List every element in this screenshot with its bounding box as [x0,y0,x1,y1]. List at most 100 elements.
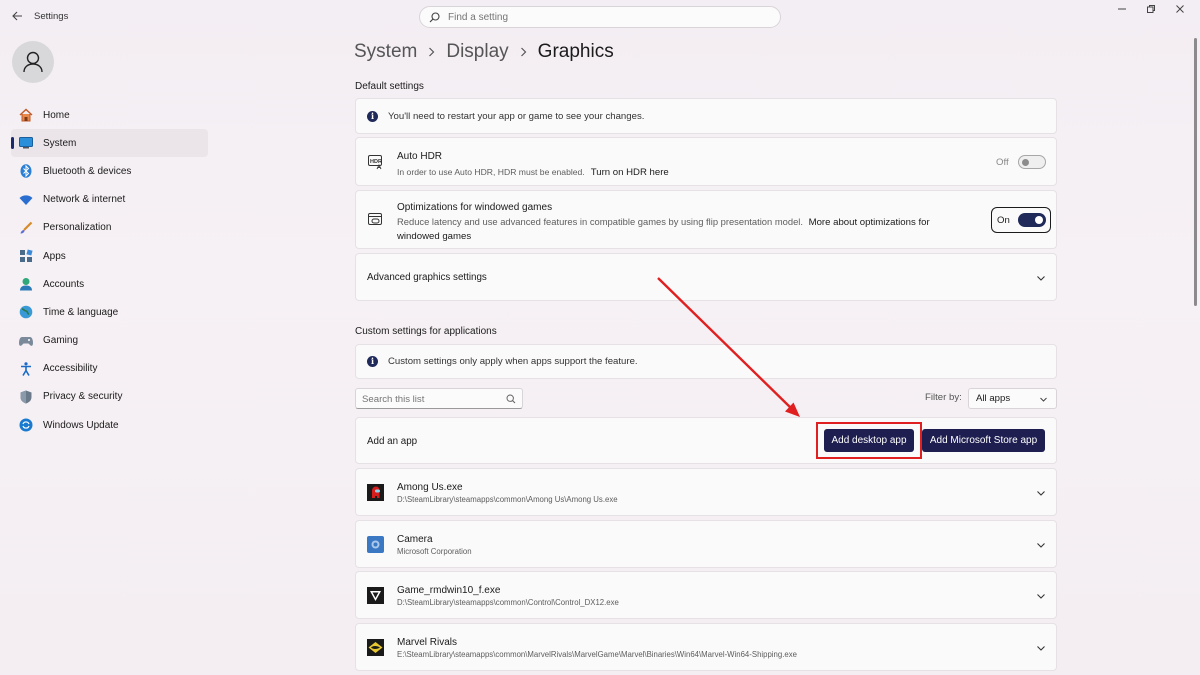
auto-hdr-toggle[interactable] [1018,155,1046,169]
custom-notice-text: Custom settings only apply when apps sup… [388,356,638,367]
optimizations-link-cont[interactable]: windowed games [397,231,471,242]
search-list-input[interactable] [362,392,502,406]
sidebar-item-label: Bluetooth & devices [43,165,132,177]
advanced-graphics-settings[interactable]: Advanced graphics settings [355,253,1057,301]
app-row[interactable]: Among Us.exe D:\SteamLibrary\steamapps\c… [355,468,1057,516]
sidebar-item-label: Apps [43,250,66,262]
filter-dropdown[interactable]: All apps [968,388,1057,409]
scrollbar[interactable] [1194,38,1197,306]
app-path: E:\SteamLibrary\steamapps\common\MarvelR… [397,650,797,659]
windowed-games-toggle-focus: On [991,207,1051,233]
chevron-right-icon [520,45,527,60]
sidebar-item-accounts[interactable]: Accounts [11,270,208,298]
restart-notice-text: You'll need to restart your app or game … [388,111,645,122]
search-list-box[interactable] [355,388,523,409]
settings-search-input[interactable] [448,10,768,25]
sidebar-item-label: Home [43,109,70,121]
sidebar-item-time-language[interactable]: Time & language [11,298,208,326]
gaming-icon [19,334,33,348]
settings-search[interactable] [419,6,781,28]
filter-value: All apps [976,393,1011,404]
custom-settings-heading: Custom settings for applications [355,326,497,337]
breadcrumb-system[interactable]: System [354,41,417,63]
optimizations-link[interactable]: More about optimizations for [809,217,930,228]
windowed-games-state: On [997,215,1010,226]
accessibility-icon [19,361,33,376]
custom-notice-card: i Custom settings only apply when apps s… [355,344,1057,379]
windowed-games-card: Optimizations for windowed games Reduce … [355,190,1057,249]
app-row[interactable]: Game_rmdwin10_f.exe D:\SteamLibrary\stea… [355,571,1057,619]
sidebar-item-gaming[interactable]: Gaming [11,327,208,355]
shield-icon [19,390,33,404]
search-icon [429,12,440,23]
chevron-down-icon [1037,491,1045,496]
app-path: D:\SteamLibrary\steamapps\common\Among U… [397,495,618,504]
filter-label: Filter by: [925,392,962,403]
app-title: Settings [34,11,69,22]
marvel-rivals-icon [367,639,384,656]
info-icon: i [367,356,378,367]
toggle-knob [1022,158,1029,166]
add-store-app-button[interactable]: Add Microsoft Store app [922,429,1045,452]
sidebar-item-network[interactable]: Network & internet [11,186,208,214]
sidebar-item-accessibility[interactable]: Accessibility [11,355,208,383]
info-icon: i [367,111,378,122]
turn-on-hdr-link[interactable]: Turn on HDR here [591,167,669,178]
sidebar-item-windows-update[interactable]: Windows Update [11,411,208,439]
auto-hdr-card: HDR Auto HDR In order to use Auto HDR, H… [355,137,1057,186]
windowed-game-icon [368,213,382,225]
sidebar-item-label: System [43,137,77,149]
title-bar: Settings [0,0,1200,34]
sidebar-item-apps[interactable]: Apps [11,242,208,270]
accounts-icon [19,277,33,291]
annotation-highlight-box [816,422,922,459]
close-icon[interactable] [1170,4,1190,20]
restart-notice-card: i You'll need to restart your app or gam… [355,98,1057,134]
breadcrumb-display[interactable]: Display [446,41,508,63]
wifi-icon [19,193,33,207]
sidebar-item-label: Accessibility [43,363,98,375]
minimize-icon[interactable] [1112,4,1132,20]
sidebar-item-personalization[interactable]: Personalization [11,214,208,242]
sidebar-item-bluetooth[interactable]: Bluetooth & devices [11,157,208,185]
windowed-games-subtitle-block: Reduce latency and use advanced features… [397,215,977,243]
chevron-down-icon [1037,543,1045,548]
camera-icon [367,536,384,553]
system-icon [19,136,33,150]
restore-icon[interactable] [1141,4,1161,20]
user-avatar[interactable] [12,41,54,83]
default-settings-heading: Default settings [355,81,424,92]
sidebar-item-system[interactable]: System [11,129,208,158]
app-row[interactable]: Camera Microsoft Corporation [355,520,1057,568]
sidebar-item-privacy[interactable]: Privacy & security [11,383,208,411]
app-path: Microsoft Corporation [397,547,472,556]
app-path: D:\SteamLibrary\steamapps\common\Control… [397,598,619,607]
chevron-right-icon [428,45,435,60]
page-title: Graphics [537,41,614,62]
sidebar-item-label: Personalization [43,222,112,234]
control-game-icon [367,587,384,604]
app-name: Marvel Rivals [397,637,458,648]
auto-hdr-state: Off [996,157,1009,168]
app-row[interactable]: Marvel Rivals E:\SteamLibrary\steamapps\… [355,623,1057,671]
svg-text:HDR: HDR [370,159,382,165]
sidebar-item-label: Windows Update [43,419,119,431]
update-icon [19,418,33,432]
sidebar-item-label: Privacy & security [43,391,123,403]
toggle-knob [1035,216,1043,224]
sidebar-item-home[interactable]: Home [11,101,208,129]
chevron-down-icon [1037,594,1045,599]
windowed-games-toggle[interactable] [1018,213,1046,227]
windowed-games-title: Optimizations for windowed games [397,202,553,213]
among-us-icon [367,484,384,501]
sidebar-item-label: Gaming [43,335,79,347]
chevron-down-icon [1037,276,1045,281]
app-name: Camera [397,534,433,545]
back-arrow-icon[interactable] [8,8,26,26]
breadcrumb: System Display Graphics [354,41,614,63]
sidebar-item-label: Network & internet [43,194,126,206]
apps-icon [19,249,33,263]
sidebar-item-label: Accounts [43,278,85,290]
bluetooth-icon [19,164,33,179]
hdr-icon: HDR [368,155,382,170]
